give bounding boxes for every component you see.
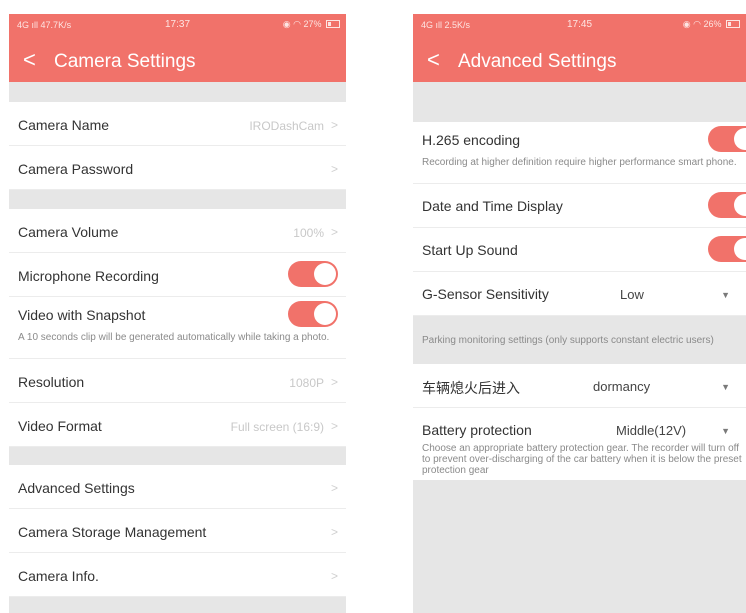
date-time-display-row: Date and Time Display [413,184,746,228]
microphone-recording-row: Microphone Recording [9,253,346,297]
chevron-right-icon: > [330,525,338,539]
dropdown-caret-icon: ▼ [721,426,730,436]
row-label: Camera Volume [18,224,119,240]
advanced-settings-row[interactable]: Advanced Settings > [9,465,346,509]
microphone-toggle[interactable] [288,261,338,287]
row-description: Recording at higher definition require h… [422,157,737,168]
battery-protection-row[interactable]: Battery protection Middle(12V) ▼ Choose … [413,408,746,480]
wifi-icon: ◠ [693,19,701,29]
page-title: Camera Settings [54,51,196,72]
chevron-right-icon: > [330,569,338,583]
toggle-knob [734,238,746,260]
camera-password-row[interactable]: Camera Password > [9,146,346,190]
dropdown-value: Middle(12V) [616,423,687,438]
battery-icon [726,20,740,28]
toggle-knob [734,128,746,150]
toggle-knob [734,194,746,216]
chevron-right-icon: > [330,419,338,433]
row-label: Battery protection [422,422,532,438]
row-label: Resolution [18,374,85,390]
chevron-right-icon: > [330,225,338,239]
status-bar: 4G ıll 47.7K/s 17:37 ◉ ◠ 27% [9,14,346,36]
app-header: 4G ıll 2.5K/s 17:45 ◉ ◠ 26% < Advanced S… [413,14,746,82]
page-title: Advanced Settings [458,51,617,72]
h265-toggle[interactable] [708,126,746,152]
row-label: Video with Snapshot [18,307,146,323]
date-time-toggle[interactable] [708,192,746,218]
chevron-right-icon: > [330,162,338,176]
row-label: Video Format [18,418,102,434]
chevron-right-icon: > [330,375,338,389]
row-label: Camera Name [18,117,110,133]
back-arrow-icon[interactable]: < [427,48,440,72]
row-label: G-Sensor Sensitivity [422,286,549,302]
parking-section-note: Parking monitoring settings (only suppor… [422,335,714,346]
resolution-row[interactable]: Resolution 1080P > [9,359,346,403]
row-value: IRODashCam [249,119,324,133]
after-engine-off-row[interactable]: 车辆熄火后进入 dormancy ▼ [413,364,746,408]
alarm-icon: ◉ [682,19,691,29]
g-sensor-row[interactable]: G-Sensor Sensitivity Low ▼ [413,272,746,316]
row-label: Camera Storage Management [18,524,207,540]
row-value: 1080P [289,376,324,390]
row-label: Camera Info. [18,568,99,584]
toggle-knob [314,263,336,285]
battery-level: 26% [703,19,722,29]
toggle-knob [314,303,336,325]
row-label: Camera Password [18,161,134,177]
camera-name-row[interactable]: Camera Name IRODashCam > [9,102,346,146]
chevron-right-icon: > [330,481,338,495]
back-arrow-icon[interactable]: < [23,48,36,72]
row-label: Date and Time Display [422,198,563,214]
alarm-icon: ◉ [282,19,291,29]
dropdown-caret-icon: ▼ [721,290,730,300]
battery-icon [326,20,340,28]
dropdown-value: Low [620,287,644,302]
wifi-icon: ◠ [293,19,301,29]
row-label: Advanced Settings [18,480,135,496]
video-format-row[interactable]: Video Format Full screen (16:9) > [9,403,346,447]
camera-settings-screen: 4G ıll 47.7K/s 17:37 ◉ ◠ 27% < Camera Se… [9,14,346,613]
camera-info-row[interactable]: Camera Info. > [9,553,346,597]
row-label: 车辆熄火后进入 [422,380,520,396]
advanced-settings-screen: 4G ıll 2.5K/s 17:45 ◉ ◠ 26% < Advanced S… [413,14,746,613]
h265-encoding-row: H.265 encoding Recording at higher defin… [413,122,746,184]
video-snapshot-row: Video with Snapshot A 10 seconds clip wi… [9,297,346,359]
row-description: A 10 seconds clip will be generated auto… [18,332,330,343]
chevron-right-icon: > [330,118,338,132]
startup-sound-toggle[interactable] [708,236,746,262]
battery-level: 27% [303,19,322,29]
row-label: H.265 encoding [422,132,521,148]
app-header: 4G ıll 47.7K/s 17:37 ◉ ◠ 27% < Camera Se… [9,14,346,82]
row-label: Microphone Recording [18,268,159,284]
dropdown-caret-icon: ▼ [721,382,730,392]
row-value: 100% [293,226,324,240]
row-description: Choose an appropriate battery protection… [422,443,742,476]
startup-sound-row: Start Up Sound [413,228,746,272]
row-value: Full screen (16:9) [230,420,324,434]
storage-management-row[interactable]: Camera Storage Management > [9,509,346,553]
row-label: Start Up Sound [422,242,518,258]
dropdown-value: dormancy [593,379,651,394]
status-bar: 4G ıll 2.5K/s 17:45 ◉ ◠ 26% [413,14,746,36]
camera-volume-row[interactable]: Camera Volume 100% > [9,209,346,253]
snapshot-toggle[interactable] [288,301,338,327]
